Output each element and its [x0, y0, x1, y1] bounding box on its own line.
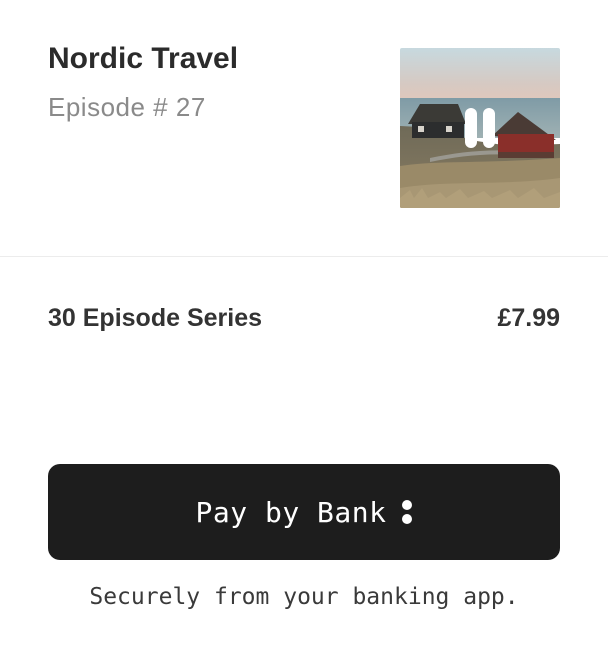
pay-by-bank-button[interactable]: Pay by Bank — [48, 464, 560, 560]
podcast-title: Nordic Travel — [48, 42, 239, 75]
episode-number: Episode # 27 — [48, 92, 206, 122]
section-divider — [0, 256, 608, 257]
pause-icon — [465, 108, 477, 148]
pay-by-bank-label: Pay by Bank — [195, 495, 387, 529]
pause-button[interactable] — [462, 108, 498, 148]
pause-icon — [483, 108, 495, 148]
price-label: £7.99 — [497, 304, 560, 332]
payment-subtext: Securely from your banking app. — [89, 584, 519, 610]
colon-icon — [402, 498, 413, 526]
podcast-cover-image[interactable] — [400, 48, 560, 208]
podcast-header: Nordic Travel Episode # 27 — [0, 0, 608, 256]
series-label: 30 Episode Series — [48, 304, 263, 332]
